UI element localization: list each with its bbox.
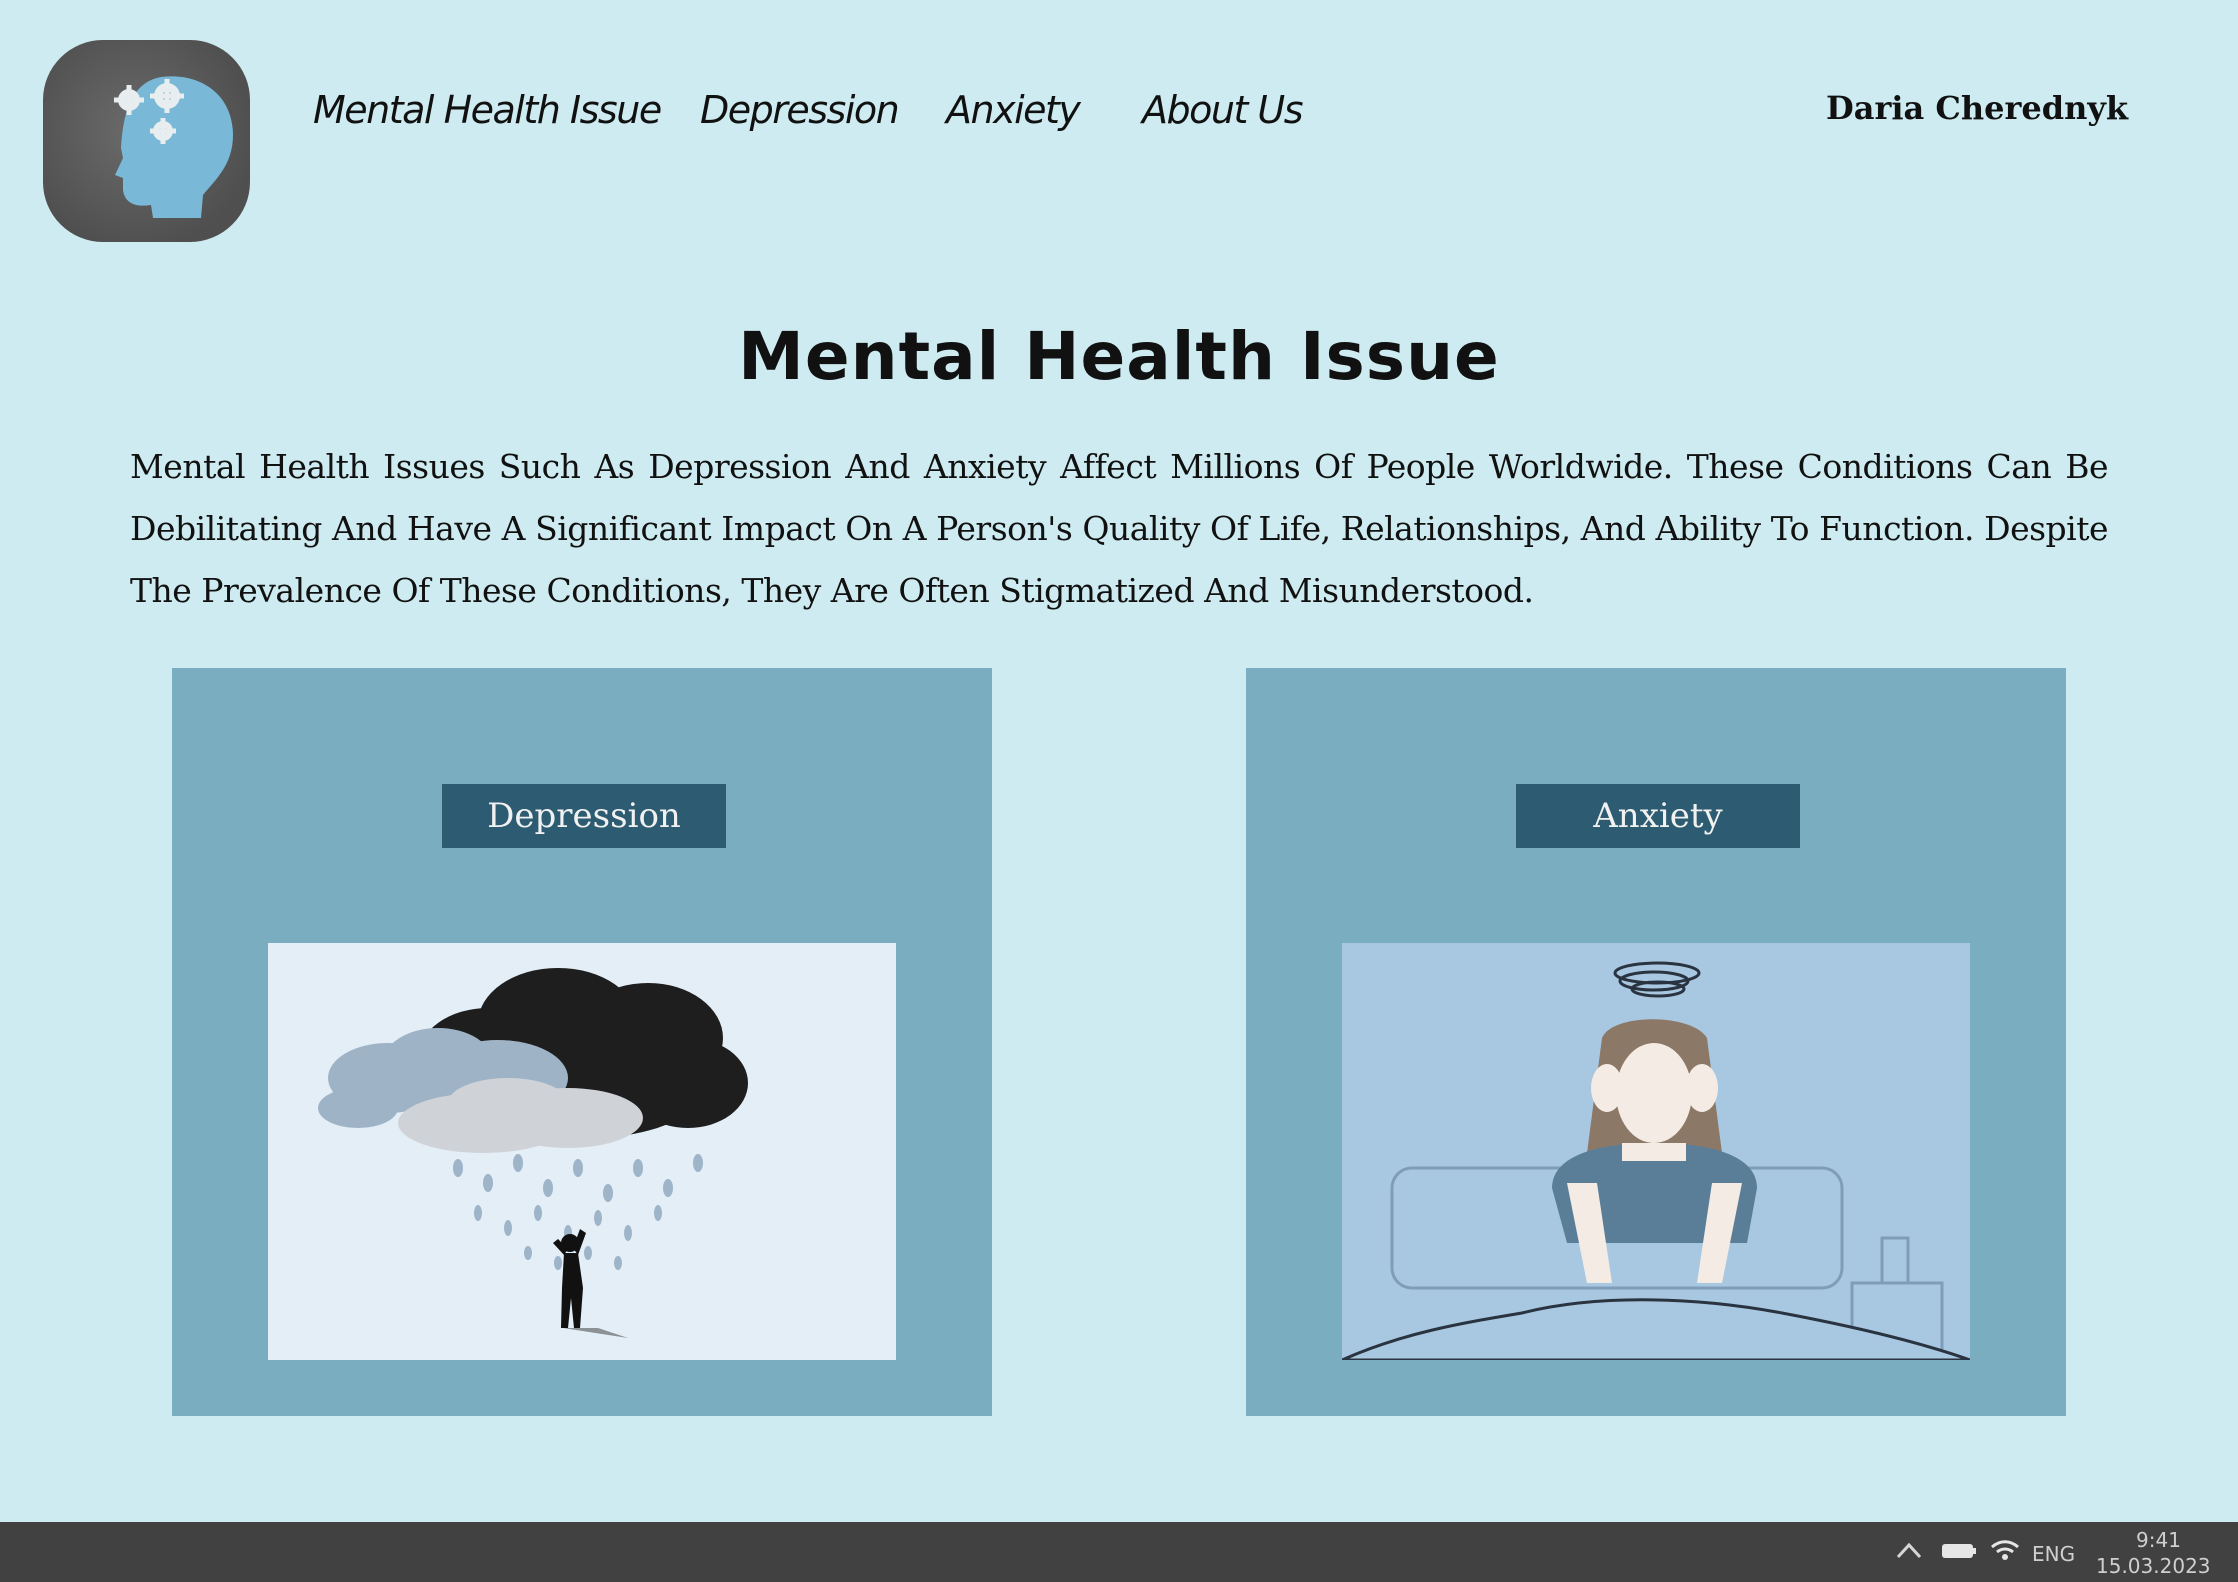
- taskbar: ENG 9:41 15.03.2023: [0, 1522, 2238, 1582]
- nav-link-about-us[interactable]: About Us: [1142, 80, 1304, 140]
- nav-link-depression[interactable]: Depression: [700, 80, 900, 140]
- intro-paragraph: Mental Health Issues Such As Depression …: [130, 447, 2109, 610]
- nav-link-anxiety[interactable]: Anxiety: [946, 80, 1081, 140]
- card-anxiety[interactable]: Anxiety: [1246, 668, 2066, 1416]
- chevron-up-icon[interactable]: [1895, 1540, 1923, 1564]
- site-logo[interactable]: [43, 40, 250, 242]
- clock-time[interactable]: 9:41: [2136, 1528, 2181, 1552]
- battery-icon[interactable]: [1942, 1542, 1976, 1564]
- rain-cloud-person-illustration: [268, 943, 896, 1360]
- language-indicator[interactable]: ENG: [2032, 1542, 2075, 1566]
- head-gears-icon: [114, 76, 233, 218]
- stressed-woman-in-bed-illustration: [1342, 943, 1970, 1360]
- page-title: Mental Health Issue: [738, 318, 1500, 395]
- card-depression-label[interactable]: Depression: [442, 784, 726, 848]
- card-depression[interactable]: Depression: [172, 668, 992, 1416]
- nav-link-mental-health[interactable]: Mental Health Issue: [313, 80, 662, 140]
- clock-date[interactable]: 15.03.2023: [2096, 1554, 2211, 1578]
- wifi-icon[interactable]: [1990, 1538, 2020, 1566]
- card-anxiety-label[interactable]: Anxiety: [1516, 784, 1800, 848]
- user-name[interactable]: Daria Cherednyk: [1826, 80, 2128, 136]
